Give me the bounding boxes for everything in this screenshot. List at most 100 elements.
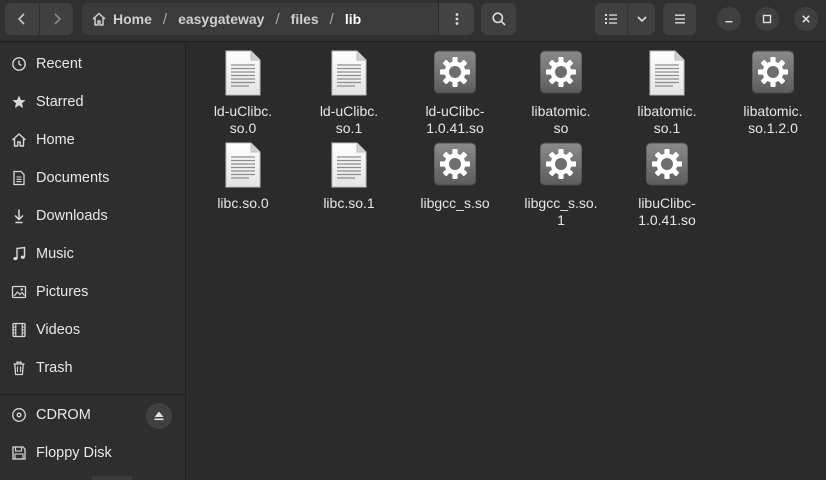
file-item[interactable]: libatomic. so.1.2.0 [723,50,823,140]
gear-file-icon [752,50,794,94]
breadcrumb-files[interactable]: files [291,11,319,27]
file-name: ld-uClibc. so.1 [299,103,399,137]
text-file-icon [649,50,685,96]
close-icon [802,15,810,23]
header-bar: Home / easygateway / files / lib [0,0,826,42]
sidebar-item-downloads[interactable]: Downloads [0,197,186,235]
file-grid: ld-uClibc. so.0 ld-uClibc. so.1 ld-uClibc- 1.… [187,43,826,480]
file-name-line: 1.0.41.so [638,212,696,228]
file-item[interactable]: libc.so.0 [193,142,293,232]
breadcrumb-separator: / [275,10,280,28]
sidebar-item-label: CDROM [36,407,91,423]
minimize-icon [725,21,733,23]
file-item[interactable]: libatomic. so.1 [617,50,717,140]
file-item[interactable]: libgcc_s.so [405,142,505,232]
sidebar-item-videos[interactable]: Videos [0,311,186,349]
sidebar-divider [0,394,186,395]
breadcrumb-easygateway[interactable]: easygateway [178,11,264,27]
main-menu-button[interactable] [663,3,696,35]
text-file-icon [331,142,367,188]
gear-file-icon [646,142,688,186]
search-button[interactable] [481,3,516,35]
sidebar-item-trash[interactable]: Trash [0,349,186,387]
sidebar-item-label: Videos [36,322,81,338]
sidebar-item-pictures[interactable]: Pictures [0,273,186,311]
file-name-line: libgcc_s.so [420,195,490,211]
file-name-line: ld-uClibc. [213,103,273,119]
resize-handle[interactable] [92,476,132,480]
file-item[interactable]: libatomic. so [511,50,611,140]
file-item[interactable]: libgcc_s.so. 1 [511,142,611,232]
download-icon [14,209,24,224]
breadcrumb-home[interactable]: Home [113,11,152,27]
sidebar-item-starred[interactable]: Starred [0,83,186,121]
file-item[interactable]: ld-uClibc. so.0 [193,50,293,140]
maximize-button[interactable] [755,7,779,31]
disc-icon [12,408,26,422]
sidebar-item-music[interactable]: Music [0,235,186,273]
sidebar-item-label: Recent [36,56,82,72]
floppy-icon [12,446,26,460]
chevron-right-icon [53,13,61,25]
text-file-icon [225,142,261,188]
sidebar-item-label: Home [36,132,75,148]
file-name-line: ld-uClibc. [319,103,379,119]
search-icon [491,12,506,26]
sidebar-item-home[interactable]: Home [0,121,186,159]
sidebar-item-floppy-disk[interactable]: Floppy Disk [0,434,186,472]
file-name-line: libgcc_s.so. [524,195,598,211]
gear-file-icon [540,142,582,186]
file-item[interactable]: libc.so.1 [299,142,399,232]
file-name-line: 1.0.41.so [426,120,484,136]
sidebar-item-label: Starred [36,94,84,110]
file-name-line: so.0 [229,120,257,136]
sidebar-item-recent[interactable]: Recent [0,45,186,83]
file-item[interactable]: ld-uClibc- 1.0.41.so [405,50,505,140]
file-name: libc.so.0 [193,195,293,212]
sidebar-item-label: Documents [36,170,110,186]
file-name-line: libuClibc- [638,195,696,211]
eject-button[interactable] [146,403,172,429]
sidebar-item-documents[interactable]: Documents [0,159,186,197]
file-name-line: libatomic. [531,103,591,119]
sidebar-item-label: Music [36,246,74,262]
kebab-menu-icon [455,13,458,25]
file-item[interactable]: ld-uClibc. so.1 [299,50,399,140]
home-icon [92,12,106,26]
forward-button[interactable] [39,3,73,35]
text-file-icon [331,50,367,96]
close-button[interactable] [794,7,818,31]
file-name-line: so.1 [653,120,681,136]
back-button[interactable] [5,3,39,35]
sidebar-item-label: Downloads [36,208,108,224]
clock-icon [12,57,26,71]
list-view-icon [605,14,617,24]
picture-icon [11,285,27,299]
path-menu-button[interactable] [438,3,474,35]
sidebar-item-label: Trash [36,360,73,376]
file-name-line: so.1 [335,120,363,136]
file-name-line: so.1.2.0 [748,120,798,136]
minimize-button[interactable] [717,7,741,31]
breadcrumb-lib[interactable]: lib [345,11,361,27]
file-name-line: libc.so.0 [217,195,269,211]
gear-file-icon [434,50,476,94]
file-name: libatomic. so.1.2.0 [723,103,823,137]
chevron-left-icon [17,13,25,25]
file-name-line: ld-uClibc- [425,103,485,119]
text-file-icon [225,50,261,96]
star-icon [12,95,26,108]
breadcrumb-separator: / [329,10,334,28]
file-name-line: libatomic. [743,103,803,119]
sidebar-item-label: Floppy Disk [36,445,112,461]
trash-icon [13,361,25,376]
view-options-button[interactable] [627,3,655,35]
list-view-button[interactable] [595,3,627,35]
file-name: libc.so.1 [299,195,399,212]
gear-file-icon [540,50,582,94]
music-icon [13,246,26,261]
file-name: libatomic. so [511,103,611,137]
file-name-line: 1 [557,212,565,228]
video-icon [12,322,26,338]
file-item[interactable]: libuClibc- 1.0.41.so [617,142,717,232]
